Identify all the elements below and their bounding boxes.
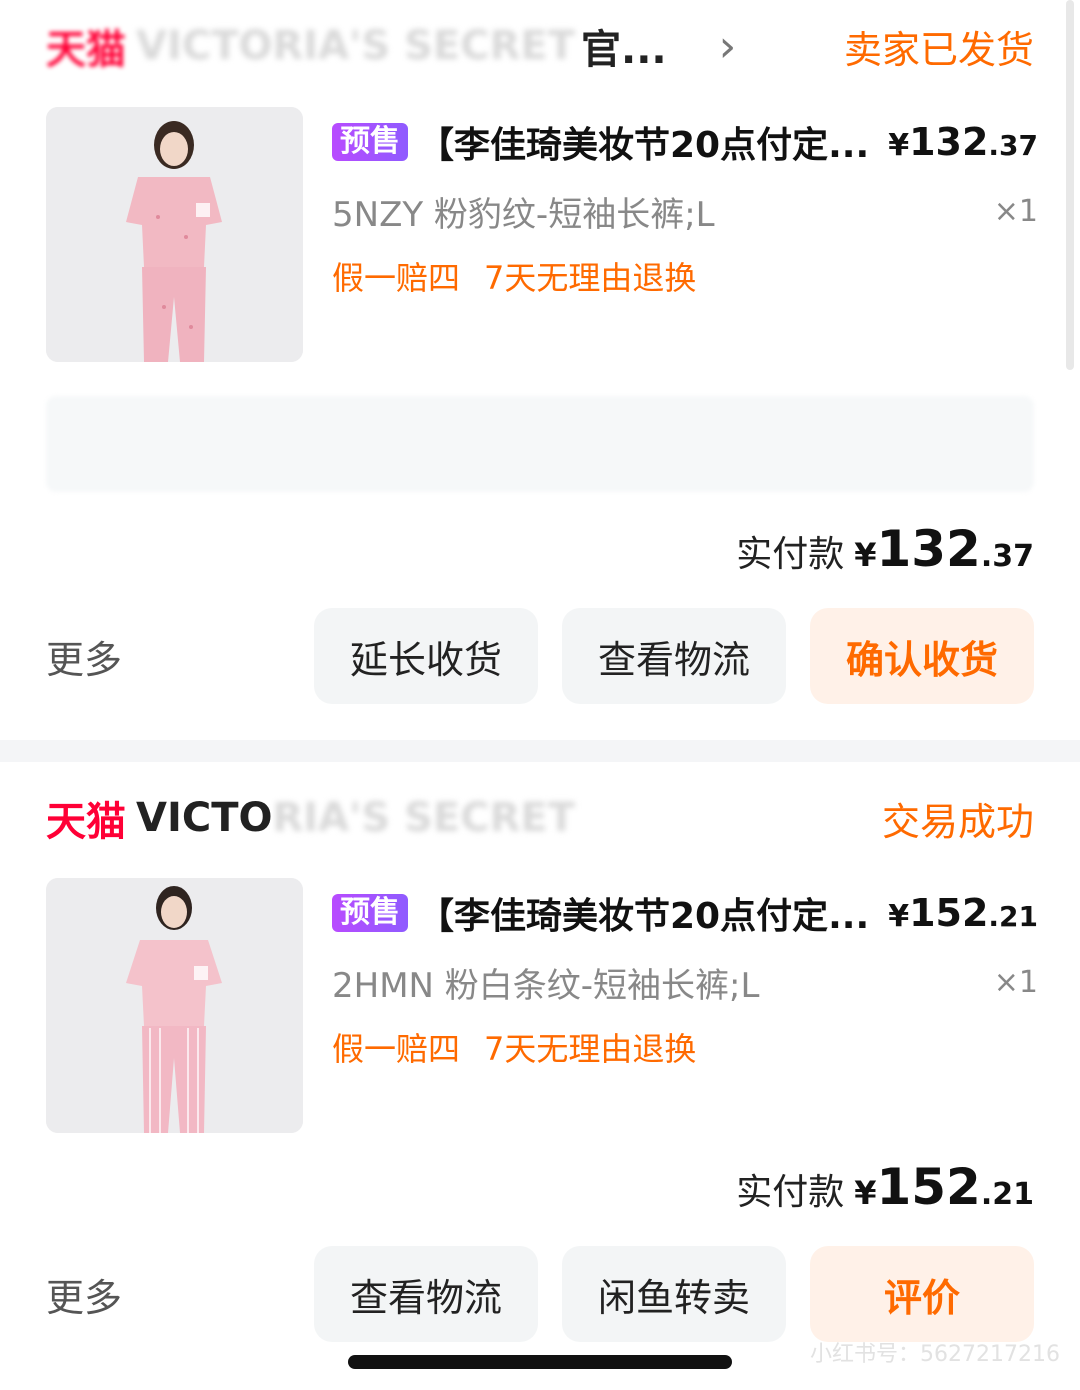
- review-button[interactable]: 评价: [810, 1246, 1034, 1342]
- service-tags: 假一赔四 7天无理由退换: [332, 1024, 1038, 1070]
- service-tag: 7天无理由退换: [484, 1030, 697, 1068]
- price-integer: 132: [909, 120, 989, 164]
- order-card: 天猫 VICTORIA'S SECRET 官... › 卖家已发货 预售 【李佳…: [0, 0, 1080, 740]
- shop-name-visible: VICTO: [136, 795, 273, 841]
- paid-currency: ¥: [854, 536, 877, 574]
- presale-badge: 预售: [332, 894, 408, 932]
- shop-header[interactable]: 天猫 VICTO RIA'S SECRET 交易成功: [46, 788, 1034, 848]
- product-title[interactable]: 【李佳琦美妆节20点付定...: [418, 116, 878, 168]
- shop-name[interactable]: 天猫 VICTORIA'S SECRET 官... ›: [46, 17, 736, 75]
- scrollbar[interactable]: [1066, 0, 1074, 370]
- price-currency: ¥: [888, 128, 910, 163]
- order-status: 卖家已发货: [843, 27, 1034, 72]
- pajama-model-image: [46, 107, 303, 362]
- tmall-logo: 天猫: [46, 27, 126, 73]
- more-button[interactable]: 更多: [46, 1267, 122, 1322]
- product-info[interactable]: 预售 【李佳琦美妆节20点付定... ¥152.21 2HMN 粉白条纹-短袖长…: [332, 888, 1038, 1070]
- paid-currency: ¥: [854, 1174, 877, 1212]
- shop-name[interactable]: 天猫 VICTO RIA'S SECRET: [46, 789, 575, 847]
- home-indicator[interactable]: [348, 1355, 732, 1369]
- product-image[interactable]: [46, 107, 303, 362]
- service-tag: 假一赔四: [332, 1030, 461, 1068]
- product-sku: 5NZY 粉豹纹-短袖长裤;L: [332, 194, 715, 235]
- order-card: 天猫 VICTO RIA'S SECRET 交易成功 预售 【李佳琦美妆节20点…: [0, 762, 1080, 1390]
- product-sku: 2HMN 粉白条纹-短袖长裤;L: [332, 965, 760, 1006]
- view-logistics-button[interactable]: 查看物流: [314, 1246, 538, 1342]
- confirm-receipt-button[interactable]: 确认收货: [810, 608, 1034, 704]
- tmall-logo: 天猫: [46, 799, 126, 845]
- price-integer: 152: [909, 891, 989, 935]
- order-actions: 更多 查看物流 闲鱼转卖 评价: [46, 1246, 1034, 1342]
- xianyu-resell-button[interactable]: 闲鱼转卖: [562, 1246, 786, 1342]
- product-info[interactable]: 预售 【李佳琦美妆节20点付定... ¥132.37 5NZY 粉豹纹-短袖长裤…: [332, 117, 1038, 299]
- product-price: ¥132.37: [888, 120, 1038, 164]
- pajama-model-image: [46, 878, 303, 1133]
- price-currency: ¥: [888, 899, 910, 934]
- paid-integer: 152: [876, 1158, 981, 1216]
- watermark: 小红书号：5627217216: [810, 1342, 1060, 1367]
- product-quantity: ×1: [993, 964, 1038, 1000]
- paid-integer: 132: [876, 520, 981, 578]
- service-tag: 7天无理由退换: [484, 259, 697, 297]
- order-actions: 更多 延长收货 查看物流 确认收货: [46, 608, 1034, 704]
- price-decimal: .21: [988, 900, 1038, 933]
- paid-label: 实付款: [736, 1172, 845, 1213]
- product-image[interactable]: [46, 878, 303, 1133]
- more-button[interactable]: 更多: [46, 629, 122, 684]
- paid-label: 实付款: [736, 534, 845, 575]
- paid-decimal: .37: [980, 539, 1034, 574]
- chevron-right-icon[interactable]: ›: [719, 21, 737, 72]
- price-decimal: .37: [988, 129, 1038, 162]
- blurred-notice: [46, 396, 1034, 492]
- product-title[interactable]: 【李佳琦美妆节20点付定...: [418, 887, 878, 939]
- order-status: 交易成功: [881, 799, 1034, 844]
- service-tags: 假一赔四 7天无理由退换: [332, 253, 1038, 299]
- presale-badge: 预售: [332, 123, 408, 161]
- paid-amount: 实付款 ¥ 152 .21: [736, 1158, 1034, 1216]
- paid-amount: 实付款 ¥ 132 .37: [736, 520, 1034, 578]
- shop-name-blurred: VICTORIA'S SECRET: [136, 23, 576, 69]
- product-quantity: ×1: [993, 193, 1038, 229]
- service-tag: 假一赔四: [332, 259, 461, 297]
- shop-name-blurred: RIA'S SECRET: [272, 795, 576, 841]
- shop-name-suffix: 官...: [581, 27, 667, 73]
- shop-header[interactable]: 天猫 VICTORIA'S SECRET 官... › 卖家已发货: [46, 16, 1034, 76]
- paid-decimal: .21: [980, 1177, 1034, 1212]
- product-price: ¥152.21: [888, 891, 1038, 935]
- view-logistics-button[interactable]: 查看物流: [562, 608, 786, 704]
- extend-receipt-button[interactable]: 延长收货: [314, 608, 538, 704]
